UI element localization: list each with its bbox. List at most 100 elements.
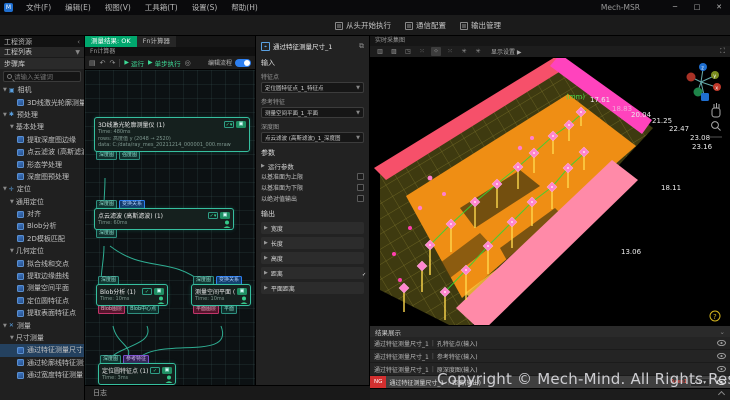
display-settings-button[interactable]: 显示设置 ▶ xyxy=(491,47,522,56)
tree-item[interactable]: 提取表面特征点 xyxy=(0,307,84,319)
filter-icon[interactable]: ◎ xyxy=(185,58,191,68)
save-icon[interactable]: ▤ xyxy=(89,58,96,68)
log-bar[interactable]: 日志 xyxy=(85,385,370,400)
checkbox-icon[interactable] xyxy=(357,195,364,202)
param-checkbox-row[interactable]: 以基准面为下限 xyxy=(261,182,364,193)
project-list-dropdown[interactable]: 工程列表 ▼ xyxy=(0,47,84,58)
tree-category-measure[interactable]: ▼ ✕ 测量 xyxy=(0,319,84,331)
tree-item[interactable]: 通过宽度特征测量 xyxy=(0,369,84,381)
param-checkbox-row[interactable]: 以绝对值输出 xyxy=(261,193,364,204)
step-run-button[interactable]: ▶ 单步执行 xyxy=(148,58,181,68)
output-row-distance[interactable]: ▶ 距离 xyxy=(261,267,366,279)
menu-help[interactable]: 帮助(H) xyxy=(224,2,265,13)
reference-feature-select[interactable]: 测量空间平面_1_平面 ▼ xyxy=(261,107,364,118)
chevron-up-icon[interactable] xyxy=(717,390,726,399)
tree-item[interactable]: 拟合线和交点 xyxy=(0,257,84,269)
scene-3d[interactable]: (mm) 17.61 18.83 20.04 21.25 22.47 23.08… xyxy=(370,58,730,325)
grid-large-icon[interactable]: ⁙ xyxy=(445,47,455,56)
maximize-button[interactable]: □ xyxy=(686,0,708,15)
result-row[interactable]: 通过特征测量尺寸_1 | 孔特征点(输入) xyxy=(370,337,730,350)
tree-category-camera[interactable]: ▼ ▣ 相机 xyxy=(0,84,84,96)
snow-icon[interactable]: ✳ xyxy=(459,47,469,56)
minimize-button[interactable]: ─ xyxy=(664,0,686,15)
node-cloud-filter[interactable]: 深度图 变换关系 点云滤波 (高斯滤波) (1) ✓▾ ▣ Time: 60ms xyxy=(94,200,234,238)
run-params-group[interactable]: ▶ 运行参数 xyxy=(261,160,364,171)
menu-settings[interactable]: 设置(S) xyxy=(185,2,225,13)
tree-item[interactable]: 通过轮廓线特征测量 xyxy=(0,357,84,369)
tree-item[interactable]: 2D模板匹配 xyxy=(0,233,84,245)
node-visualize-icon[interactable]: ▣ xyxy=(236,121,246,128)
node-status-icon[interactable]: ✓▾ xyxy=(208,212,218,219)
eye-icon[interactable] xyxy=(717,353,726,359)
projection-view-icon[interactable]: ◳ xyxy=(403,47,413,56)
step-search-box[interactable] xyxy=(3,71,81,82)
run-from-start-button[interactable]: 从头开始执行 xyxy=(335,20,391,31)
redo-icon[interactable]: ↷ xyxy=(110,58,116,68)
port-depth-map[interactable]: 深度图 xyxy=(96,150,118,160)
node-status-icon[interactable]: ✓ xyxy=(142,288,152,295)
tree-category-preprocess[interactable]: ▼ ✱ 预处理 xyxy=(0,109,84,121)
node-blob-analysis[interactable]: 深度图 Blob分析 (1) ✓ ▣ Time: 10ms Blob图层 Blo… xyxy=(96,276,168,314)
param-checkbox-row[interactable]: 以基准面为上限 xyxy=(261,171,364,182)
tree-item[interactable]: 3D线激光轮廓测量仪 xyxy=(0,96,84,108)
tree-item[interactable]: 深度图预处理 xyxy=(0,171,84,183)
node-locate-circle-feature[interactable]: 深度图 参考特征 定位圆特征点 (1) ✓ ▣ Time: 3ms xyxy=(98,355,176,385)
menu-file[interactable]: 文件(F) xyxy=(19,2,58,13)
port-plane[interactable]: 平面 xyxy=(221,304,238,314)
checkbox-icon[interactable] xyxy=(357,184,364,191)
node-visualize-icon[interactable]: ▣ xyxy=(154,288,164,295)
menu-view[interactable]: 视图(V) xyxy=(98,2,138,13)
node-measure-plane[interactable]: 深度图 变换关系 测量空间平面 (1) ▣ Time: 10ms 平面图层 平面 xyxy=(191,276,251,314)
node-visualize-icon[interactable]: ▣ xyxy=(162,367,172,374)
tree-group[interactable]: ▼ 尺寸测量 xyxy=(0,332,84,344)
output-row-flatness[interactable]: ▶ 平面距离 xyxy=(261,282,364,294)
results-header[interactable]: 结果展示 ⌄ xyxy=(370,326,730,337)
output-row-length[interactable]: ▶ 长度 xyxy=(261,237,364,249)
expand-icon[interactable]: ⛶ xyxy=(720,47,725,56)
depth-map-select[interactable]: 点云滤波 (高斯滤波)_1_深度图 ▼ xyxy=(261,132,364,143)
node-canvas[interactable]: 3D线激光轮廓测量仪 (1) ✓▾ ▣ Time: 480ms rows: 高度… xyxy=(85,70,255,385)
tree-item[interactable]: Blob分析 xyxy=(0,220,84,232)
node-laser-profiler[interactable]: 3D线激光轮廓测量仪 (1) ✓▾ ▣ Time: 480ms rows: 高度… xyxy=(94,117,250,160)
feature-point-select[interactable]: 定位圆特征点_1_特征点 ▼ xyxy=(261,82,364,93)
node-visualize-icon[interactable]: ▣ xyxy=(237,288,247,295)
eye-icon[interactable] xyxy=(717,340,726,346)
edit-flow-toggle[interactable] xyxy=(235,58,251,67)
tree-group[interactable]: ▼ 基本处理 xyxy=(0,121,84,133)
tree-item[interactable]: 点云滤波 (高斯滤波) xyxy=(0,146,84,158)
tree-group-geometry[interactable]: ▼ 几何定位 xyxy=(0,245,84,257)
point-view-icon[interactable]: ▥ xyxy=(375,47,385,56)
port-plane-layer[interactable]: 平面图层 xyxy=(193,304,220,314)
port-blob-layer[interactable]: Blob图层 xyxy=(98,304,126,314)
tree-category-locate[interactable]: ▼ ✛ 定位 xyxy=(0,183,84,195)
node-status-icon[interactable]: ✓▾ xyxy=(224,121,234,128)
node-visualize-icon[interactable]: ▣ xyxy=(220,212,230,219)
menu-edit[interactable]: 编辑(E) xyxy=(58,2,98,13)
panel-layout-icon[interactable]: ⧉ xyxy=(359,42,364,51)
collapse-sidebar-icon[interactable]: ‹ xyxy=(77,38,80,46)
tree-item[interactable]: 提取深度图边缘 xyxy=(0,134,84,146)
communication-config-button[interactable]: 通信配置 xyxy=(405,20,446,31)
tab-measure-result[interactable]: 测量结果: OK xyxy=(85,36,137,47)
port-blob-center[interactable]: Blob中心点 xyxy=(127,304,160,314)
output-manager-button[interactable]: 输出管理 xyxy=(460,20,501,31)
tree-item[interactable]: 提取边缘曲线 xyxy=(0,270,84,282)
tree-item-selected[interactable]: 通过特征测量尺寸 xyxy=(0,344,84,357)
tab-fn-calculator[interactable]: Fn计算器 xyxy=(136,36,176,47)
grid-medium-icon[interactable]: ⁘ xyxy=(431,47,441,56)
undo-icon[interactable]: ↶ xyxy=(100,58,106,68)
menu-toolbox[interactable]: 工具箱(T) xyxy=(138,2,185,13)
grid-small-icon[interactable]: ⁙ xyxy=(417,47,427,56)
close-button[interactable]: ✕ xyxy=(708,0,730,15)
checkbox-icon[interactable] xyxy=(357,173,364,180)
run-button[interactable]: ▶ 运行 xyxy=(124,58,144,68)
tree-item[interactable]: 形态学处理 xyxy=(0,158,84,170)
snow2-icon[interactable]: ✳ xyxy=(473,47,483,56)
search-input[interactable] xyxy=(14,72,78,81)
port-depth-map[interactable]: 深度图 xyxy=(96,228,118,238)
node-status-icon[interactable]: ✓ xyxy=(150,367,160,374)
checker-view-icon[interactable]: ▨ xyxy=(389,47,399,56)
result-row[interactable]: 通过特征测量尺寸_1 | 参考特征(输入) xyxy=(370,350,730,363)
tree-item[interactable]: 对齐 xyxy=(0,208,84,220)
tree-group[interactable]: ▼ 通用定位 xyxy=(0,196,84,208)
